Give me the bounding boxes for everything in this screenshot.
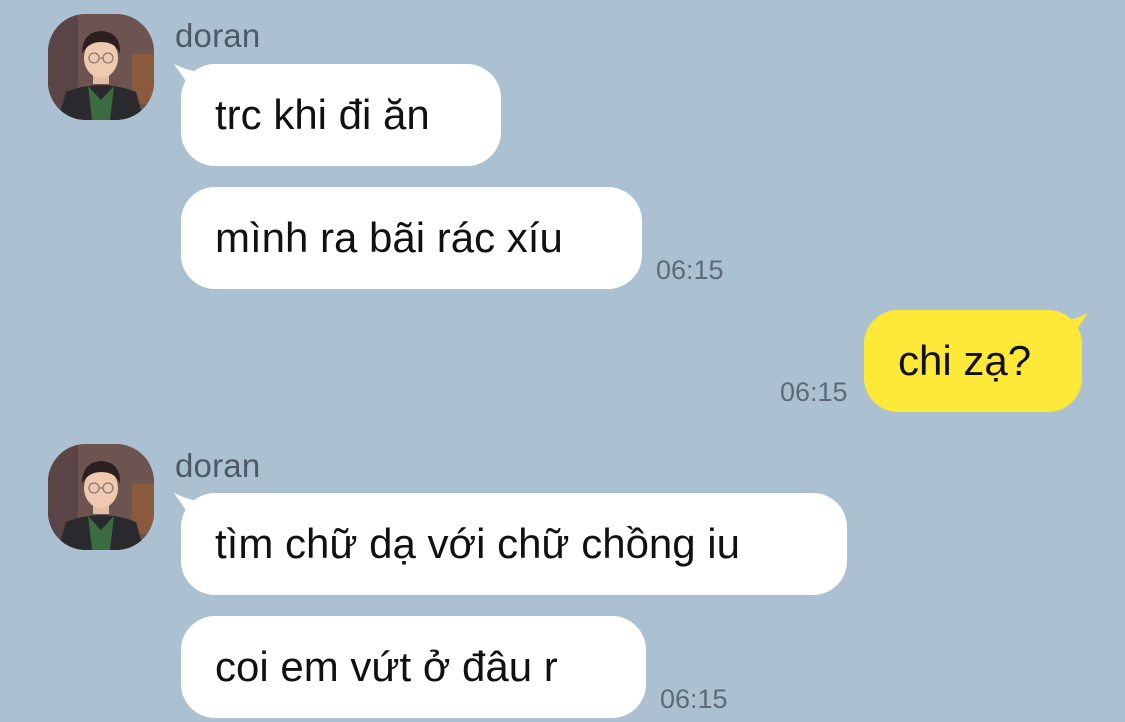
message-bubble[interactable]: mình ra bãi rác xíu: [181, 187, 642, 289]
message-bubble[interactable]: trc khi đi ăn: [181, 64, 501, 166]
profile-photo-icon: [48, 444, 154, 550]
profile-photo-icon: [48, 14, 154, 120]
message-text: coi em vứt ở đâu r: [215, 643, 558, 690]
message-time: 06:15: [780, 377, 848, 407]
message-text: trc khi đi ăn: [215, 91, 430, 138]
sender-name: doran: [175, 17, 261, 54]
sender-name: doran: [175, 447, 261, 484]
message-bubble-outgoing[interactable]: chi zạ?: [864, 310, 1082, 412]
message-text: chi zạ?: [898, 337, 1032, 384]
message-time: 06:15: [656, 255, 724, 285]
message-bubble[interactable]: coi em vứt ở đâu r: [181, 616, 646, 718]
message-bubble[interactable]: tìm chữ dạ với chữ chồng iu: [181, 493, 847, 595]
bubble-tail: [1064, 313, 1088, 339]
avatar[interactable]: [48, 444, 154, 550]
message-text: tìm chữ dạ với chữ chồng iu: [215, 520, 740, 567]
message-text: mình ra bãi rác xíu: [215, 214, 563, 261]
chat-screen: doran trc khi đi ăn mình ra bãi rác xíu …: [0, 0, 1125, 722]
message-time: 06:15: [660, 684, 728, 714]
avatar[interactable]: [48, 14, 154, 120]
